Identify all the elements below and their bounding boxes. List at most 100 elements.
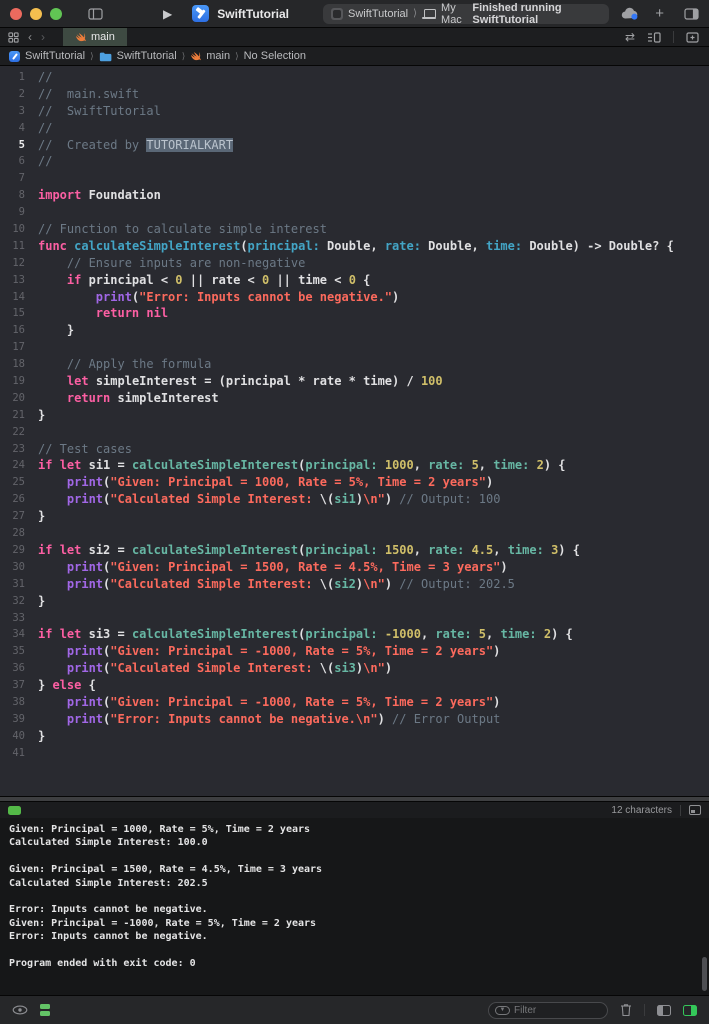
code-line[interactable]: 36 print("Calculated Simple Interest: \(… xyxy=(0,660,709,677)
console-line: Error: Inputs cannot be negative. xyxy=(9,903,700,916)
show-console-icon[interactable] xyxy=(683,1005,697,1016)
console-scrollbar[interactable] xyxy=(702,957,707,991)
code-text xyxy=(38,424,709,441)
code-text: } xyxy=(38,508,709,525)
code-line[interactable]: 29if let si2 = calculateSimpleInterest(p… xyxy=(0,542,709,559)
breakpoints-activate-icon[interactable] xyxy=(40,1004,50,1016)
code-line[interactable]: 28 xyxy=(0,525,709,542)
add-editor-icon[interactable] xyxy=(686,32,699,43)
code-line[interactable]: 24if let si1 = calculateSimpleInterest(p… xyxy=(0,457,709,474)
code-line[interactable]: 16 } xyxy=(0,322,709,339)
related-items-icon[interactable] xyxy=(8,32,19,43)
code-text: if let si2 = calculateSimpleInterest(pri… xyxy=(38,542,709,559)
console-line: Error: Inputs cannot be negative. xyxy=(9,930,700,943)
code-line[interactable]: 26 print("Calculated Simple Interest: \(… xyxy=(0,491,709,508)
code-line[interactable]: 17 xyxy=(0,339,709,356)
code-line[interactable]: 32} xyxy=(0,593,709,610)
code-text: } xyxy=(38,728,709,745)
hide-variables-view-icon[interactable] xyxy=(657,1005,671,1016)
code-line[interactable]: 21} xyxy=(0,407,709,424)
code-line[interactable]: 30 print("Given: Principal = 1500, Rate … xyxy=(0,559,709,576)
run-button[interactable]: ▶ xyxy=(163,7,172,21)
activity-status[interactable]: Finished running SwiftTutorial xyxy=(472,2,601,26)
add-button[interactable]: + xyxy=(655,5,664,22)
line-number: 5 xyxy=(0,137,38,154)
line-number: 41 xyxy=(0,745,38,762)
console-line: Given: Principal = -1000, Rate = 5%, Tim… xyxy=(9,917,700,930)
code-line[interactable]: 39 print("Error: Inputs cannot be negati… xyxy=(0,711,709,728)
scheme-name[interactable]: SwiftTutorial xyxy=(348,8,408,20)
code-lines: 1//2// main.swift3// SwiftTutorial4//5//… xyxy=(0,69,709,762)
code-line[interactable]: 5// Created by TUTORIALKART xyxy=(0,137,709,154)
code-line[interactable]: 4// xyxy=(0,120,709,137)
forward-button[interactable]: › xyxy=(41,31,45,43)
code-line[interactable]: 12 // Ensure inputs are non-negative xyxy=(0,255,709,272)
code-line[interactable]: 2// main.swift xyxy=(0,86,709,103)
code-line[interactable]: 19 let simpleInterest = (principal * rat… xyxy=(0,373,709,390)
code-line[interactable]: 35 print("Given: Principal = -1000, Rate… xyxy=(0,643,709,660)
code-line[interactable]: 11func calculateSimpleInterest(principal… xyxy=(0,238,709,255)
code-line[interactable]: 31 print("Calculated Simple Interest: \(… xyxy=(0,576,709,593)
tab-main[interactable]: main xyxy=(63,28,127,46)
breadcrumb-group[interactable]: SwiftTutorial xyxy=(117,50,177,62)
minimize-window-button[interactable] xyxy=(30,8,42,20)
adjust-editor-options-icon[interactable] xyxy=(647,32,661,43)
code-line[interactable]: 7 xyxy=(0,170,709,187)
console-filter-input[interactable]: ▼ Filter xyxy=(488,1002,608,1019)
code-line[interactable]: 6// xyxy=(0,153,709,170)
line-number: 21 xyxy=(0,407,38,424)
code-line[interactable]: 23// Test cases xyxy=(0,441,709,458)
code-line[interactable]: 27} xyxy=(0,508,709,525)
code-line[interactable]: 34if let si3 = calculateSimpleInterest(p… xyxy=(0,626,709,643)
line-number: 28 xyxy=(0,525,38,542)
breadcrumb-file[interactable]: main xyxy=(206,50,230,62)
line-number: 7 xyxy=(0,170,38,187)
scheme-selector[interactable]: SwiftTutorial ⟩ My Mac Finished running … xyxy=(323,4,609,24)
code-line[interactable]: 13 if principal < 0 || rate < 0 || time … xyxy=(0,272,709,289)
code-text xyxy=(38,170,709,187)
breadcrumb-selection[interactable]: No Selection xyxy=(244,50,306,62)
line-number: 32 xyxy=(0,593,38,610)
code-text: // main.swift xyxy=(38,86,709,103)
code-line[interactable]: 37} else { xyxy=(0,677,709,694)
eye-quicklook-icon[interactable] xyxy=(12,1005,28,1015)
code-line[interactable]: 1// xyxy=(0,69,709,86)
console-view-icon[interactable] xyxy=(689,805,701,815)
inspector-sidebar-toggle-icon[interactable] xyxy=(684,8,699,20)
close-window-button[interactable] xyxy=(10,8,22,20)
source-editor[interactable]: 1//2// main.swift3// SwiftTutorial4//5//… xyxy=(0,66,709,796)
code-text: } xyxy=(38,322,709,339)
code-line[interactable]: 8import Foundation xyxy=(0,187,709,204)
navigator-sidebar-toggle-icon[interactable] xyxy=(88,8,103,20)
code-review-icon[interactable]: ⇄ xyxy=(625,30,635,44)
code-line[interactable]: 20 return simpleInterest xyxy=(0,390,709,407)
code-line[interactable]: 41 xyxy=(0,745,709,762)
breadcrumb-project[interactable]: SwiftTutorial xyxy=(25,50,85,62)
code-line[interactable]: 40} xyxy=(0,728,709,745)
code-line[interactable]: 33 xyxy=(0,610,709,627)
back-button[interactable]: ‹ xyxy=(28,31,32,43)
tab-label: main xyxy=(91,31,115,43)
code-line[interactable]: 9 xyxy=(0,204,709,221)
project-icon xyxy=(9,51,20,62)
cloud-status-icon[interactable] xyxy=(621,7,639,20)
zoom-window-button[interactable] xyxy=(50,8,62,20)
code-line[interactable]: 25 print("Given: Principal = 1000, Rate … xyxy=(0,474,709,491)
code-line[interactable]: 15 return nil xyxy=(0,305,709,322)
trash-clear-console-icon[interactable] xyxy=(620,1003,632,1017)
code-line[interactable]: 14 print("Error: Inputs cannot be negati… xyxy=(0,289,709,306)
code-line[interactable]: 18 // Apply the formula xyxy=(0,356,709,373)
run-destination[interactable]: My Mac xyxy=(441,2,472,26)
debug-run-indicator-icon[interactable] xyxy=(8,806,21,815)
code-text: print("Error: Inputs cannot be negative.… xyxy=(38,711,709,728)
filter-placeholder: Filter xyxy=(514,1005,536,1016)
code-line[interactable]: 38 print("Given: Principal = -1000, Rate… xyxy=(0,694,709,711)
code-text: let simpleInterest = (principal * rate *… xyxy=(38,373,709,390)
code-text: return nil xyxy=(38,305,709,322)
code-line[interactable]: 10// Function to calculate simple intere… xyxy=(0,221,709,238)
code-line[interactable]: 22 xyxy=(0,424,709,441)
divider xyxy=(644,1004,645,1016)
code-line[interactable]: 3// SwiftTutorial xyxy=(0,103,709,120)
line-number: 18 xyxy=(0,356,38,373)
console-output[interactable]: Given: Principal = 1000, Rate = 5%, Time… xyxy=(0,818,709,995)
